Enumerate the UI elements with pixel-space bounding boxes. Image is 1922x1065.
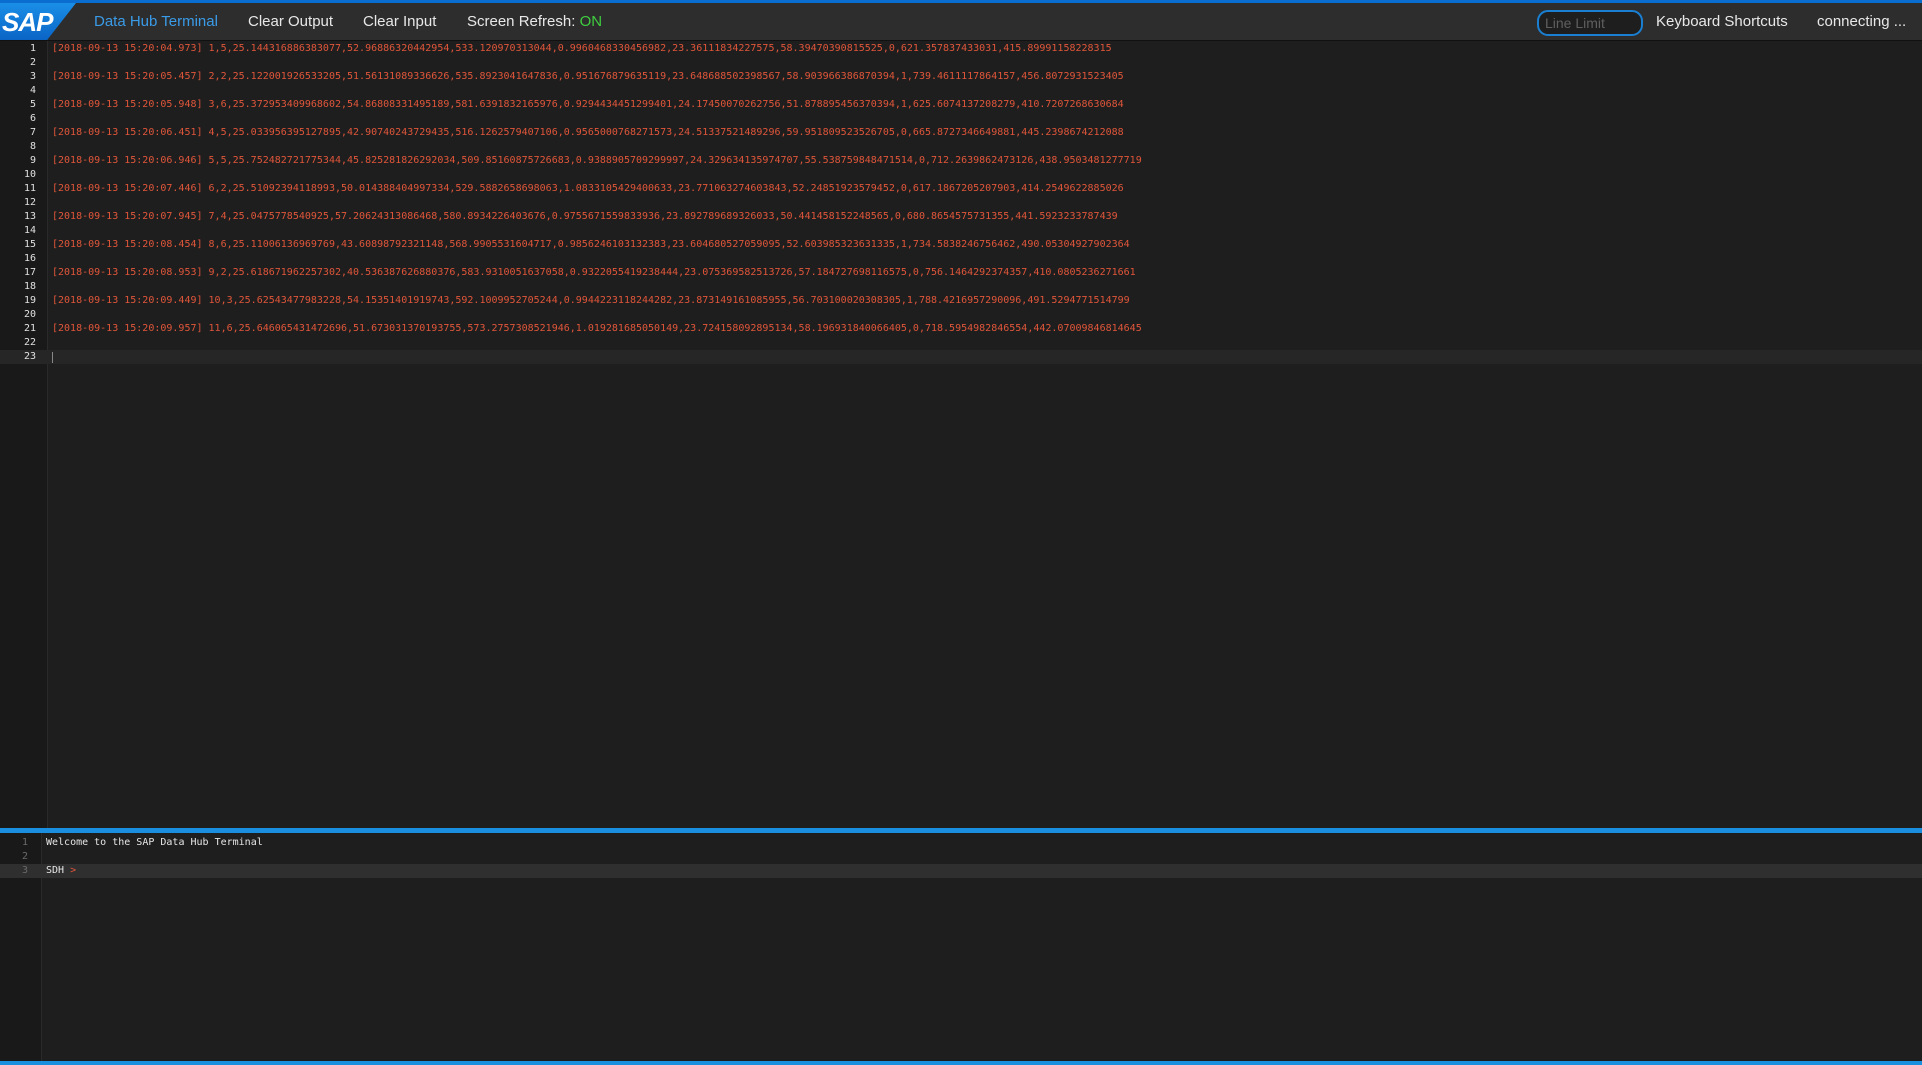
output-line-number: 19	[23, 295, 36, 306]
output-line-number: 2	[29, 57, 36, 68]
output-line-number: 7	[29, 127, 36, 138]
output-line: 17 [2018-09-13 15:20:08.953] 9,2,25.61867…	[0, 266, 1922, 280]
output-line: 9 [2018-09-13 15:20:06.946] 5,5,25.752482…	[0, 154, 1922, 168]
output-line: 8	[0, 140, 1922, 154]
output-line: 13 [2018-09-13 15:20:07.945] 7,4,25.04757…	[0, 210, 1922, 224]
output-line-number: 18	[23, 281, 36, 292]
input-line-number: 3	[21, 865, 28, 876]
output-line-number: 6	[29, 113, 36, 124]
sap-logo: SAP	[0, 3, 76, 40]
line-limit-input[interactable]	[1537, 10, 1643, 36]
output-pane[interactable]: 1 [2018-09-13 15:20:04.973] 1,5,25.144316…	[0, 41, 1922, 828]
output-line-text: [2018-09-13 15:20:08.454] 8,6,25.1100613…	[52, 239, 1130, 250]
output-line-text: [2018-09-13 15:20:08.953] 9,2,25.6186719…	[52, 267, 1136, 278]
output-line-number: 21	[23, 323, 36, 334]
output-line-number: 13	[23, 211, 36, 222]
logo-text: SAP	[2, 7, 53, 37]
output-line-number: 8	[29, 141, 36, 152]
input-line: 1 Welcome to the SAP Data Hub Terminal	[0, 836, 1922, 850]
prompt-label: SDH	[46, 865, 65, 876]
output-line-number: 22	[23, 337, 36, 348]
output-line: 21 [2018-09-13 15:20:09.957] 11,6,25.6460…	[0, 322, 1922, 336]
screen-refresh-status: ON	[579, 13, 603, 30]
clear-output-button[interactable]: Clear Output	[248, 3, 333, 40]
output-line: 20	[0, 308, 1922, 322]
output-line-text: [2018-09-13 15:20:07.945] 7,4,25.0475778…	[52, 211, 1118, 222]
bottom-accent-bar	[0, 1061, 1922, 1065]
command-prompt-line[interactable]: 3 SDH >	[0, 864, 1922, 878]
output-line-number: 9	[29, 155, 36, 166]
input-pane[interactable]: 1 Welcome to the SAP Data Hub Terminal 2…	[0, 833, 1922, 1061]
output-line-text: [2018-09-13 15:20:09.449] 10,3,25.625434…	[52, 295, 1130, 306]
output-line-number: 4	[29, 85, 36, 96]
connection-status: connecting ...	[1817, 13, 1907, 30]
output-line: 11 [2018-09-13 15:20:07.446] 6,2,25.51092…	[0, 182, 1922, 196]
output-line-text: [2018-09-13 15:20:06.451] 4,5,25.0339563…	[52, 127, 1124, 138]
output-line-number: 23	[23, 351, 36, 362]
output-line-number: 12	[23, 197, 36, 208]
screen-refresh-label: Screen Refresh:	[467, 13, 576, 30]
data-hub-terminal-link[interactable]: Data Hub Terminal	[94, 3, 218, 40]
input-line-number: 2	[21, 851, 28, 862]
output-line: 4	[0, 84, 1922, 98]
output-line: 19 [2018-09-13 15:20:09.449] 10,3,25.6254…	[0, 294, 1922, 308]
header-bar: SAP Data Hub Terminal Clear Output Clear…	[0, 3, 1922, 41]
screen-refresh-toggle[interactable]: Screen Refresh: ON	[467, 3, 602, 40]
output-line-number: 20	[23, 309, 36, 320]
clear-input-button[interactable]: Clear Input	[363, 3, 436, 40]
output-line-number: 16	[23, 253, 36, 264]
text-cursor	[52, 352, 53, 363]
input-line: 2	[0, 850, 1922, 864]
output-line-number: 11	[23, 183, 36, 194]
output-line: 23	[0, 350, 1922, 364]
output-line-text: [2018-09-13 15:20:06.946] 5,5,25.7524827…	[52, 155, 1142, 166]
input-line-number: 1	[21, 837, 28, 848]
output-line-number: 5	[29, 99, 36, 110]
output-line-text: [2018-09-13 15:20:05.948] 3,6,25.3729534…	[52, 99, 1124, 110]
output-line: 7 [2018-09-13 15:20:06.451] 4,5,25.033956…	[0, 126, 1922, 140]
output-line: 15 [2018-09-13 15:20:08.454] 8,6,25.11006…	[0, 238, 1922, 252]
output-line-number: 10	[23, 169, 36, 180]
command-prompt[interactable]: SDH >	[46, 864, 76, 878]
output-line-text: [2018-09-13 15:20:05.457] 2,2,25.1220019…	[52, 71, 1124, 82]
welcome-message: Welcome to the SAP Data Hub Terminal	[46, 837, 263, 848]
keyboard-shortcuts-button[interactable]: Keyboard Shortcuts	[1656, 3, 1788, 40]
output-line: 12	[0, 196, 1922, 210]
output-line: 6	[0, 112, 1922, 126]
output-line: 2	[0, 56, 1922, 70]
output-line: 18	[0, 280, 1922, 294]
output-line: 22	[0, 336, 1922, 350]
output-line: 16	[0, 252, 1922, 266]
output-line-text: [2018-09-13 15:20:04.973] 1,5,25.1443168…	[52, 43, 1112, 54]
output-line-number: 1	[29, 43, 36, 54]
output-line-number: 15	[23, 239, 36, 250]
output-line-number: 17	[23, 267, 36, 278]
output-line: 1 [2018-09-13 15:20:04.973] 1,5,25.144316…	[0, 42, 1922, 56]
output-line-text: [2018-09-13 15:20:07.446] 6,2,25.5109239…	[52, 183, 1124, 194]
output-line: 10	[0, 168, 1922, 182]
output-line-number: 14	[23, 225, 36, 236]
output-line: 5 [2018-09-13 15:20:05.948] 3,6,25.372953…	[0, 98, 1922, 112]
output-line: 14	[0, 224, 1922, 238]
output-line-number: 3	[29, 71, 36, 82]
output-line-text: [2018-09-13 15:20:09.957] 11,6,25.646065…	[52, 323, 1142, 334]
prompt-arrow-icon: >	[70, 865, 77, 876]
output-line: 3 [2018-09-13 15:20:05.457] 2,2,25.122001…	[0, 70, 1922, 84]
